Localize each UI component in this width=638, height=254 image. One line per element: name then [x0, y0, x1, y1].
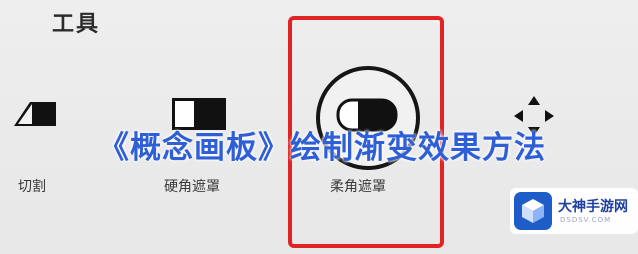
tool-panel: 工具 切割 硬角遮罩 柔角遮罩 《概念画板》绘制渐变效果方法 大神手游网 DSD… [0, 0, 638, 254]
cut-icon [14, 102, 56, 126]
overlay-title: 《概念画板》绘制渐变效果方法 [98, 130, 546, 166]
watermark-name: 大神手游网 [558, 199, 628, 215]
section-title: 工具 [52, 12, 101, 37]
tool-label-hard-mask: 硬角遮罩 [164, 179, 220, 195]
cube-logo-icon [514, 192, 552, 230]
watermark-logo: 大神手游网 DSDSV.COM [510, 188, 638, 234]
watermark-sub: DSDSV.COM [560, 216, 612, 224]
tool-label-cut: 切割 [18, 179, 46, 195]
